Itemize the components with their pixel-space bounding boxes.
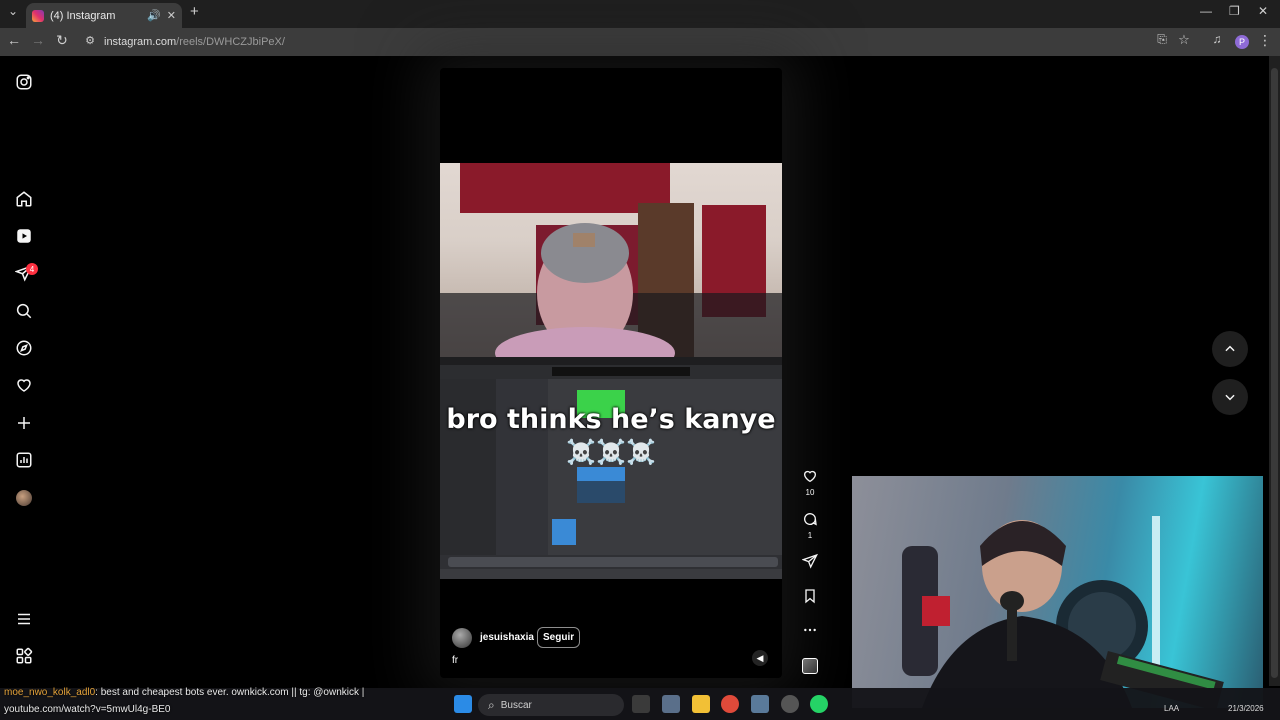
reload-icon[interactable]: ↻ xyxy=(52,32,72,49)
url-host: instagram.com xyxy=(104,36,177,48)
comment-count: 1 xyxy=(807,531,813,540)
comment-icon[interactable] xyxy=(800,509,820,529)
like-count: 10 xyxy=(805,488,815,497)
url-path: /reels/DWHCZJbiPeX/ xyxy=(176,36,285,48)
browser-menu-icon[interactable]: ⋮ xyxy=(1255,32,1275,49)
profile-avatar-sidebar[interactable] xyxy=(16,490,32,506)
search-icon-taskbar: ⌕ xyxy=(488,697,495,712)
reel-webcam-frame xyxy=(440,163,782,357)
media-control-icon[interactable]: ♫ xyxy=(1207,32,1227,46)
forward-icon[interactable]: → xyxy=(28,32,48,48)
ticker-message: : best and cheapest bots ever. ownkick.c… xyxy=(95,687,365,698)
profile-avatar[interactable]: P xyxy=(1235,35,1249,49)
task-view-icon[interactable] xyxy=(632,695,650,713)
share-icon[interactable] xyxy=(800,551,820,571)
tray-date[interactable]: 21/3/2026 xyxy=(1228,704,1264,713)
chevron-down-icon xyxy=(1225,394,1235,401)
tab-search-icon[interactable]: ⌄ xyxy=(8,4,18,18)
site-info-icon[interactable]: ⚙ xyxy=(80,34,100,47)
browser-tabstrip: ⌄ (4) Instagram 🔊 ✕ + — ❐ ✕ xyxy=(0,0,1280,28)
reel-caption: fr xyxy=(452,655,459,666)
windows-start-icon[interactable] xyxy=(454,695,472,713)
chrome-app-icon[interactable] xyxy=(721,695,739,713)
tray-language[interactable]: LAA xyxy=(1164,704,1179,713)
original-audio-thumbnail[interactable] xyxy=(802,658,818,674)
browser-toolbar: ← → ↻ ⚙ instagram.com/reels/DWHCZJbiPeX/… xyxy=(0,28,1280,56)
install-app-icon[interactable]: ⎘ xyxy=(1152,32,1172,47)
stream-url-ticker: youtube.com/watch?v=5mwUl4g-BE0 xyxy=(4,704,171,715)
search-icon[interactable] xyxy=(14,301,34,321)
messages-badge: 4 xyxy=(26,263,38,275)
more-options-icon[interactable] xyxy=(800,620,820,640)
more-menu-icon[interactable] xyxy=(14,609,34,629)
previous-reel-button[interactable] xyxy=(1212,331,1248,367)
chevron-up-icon xyxy=(1225,345,1235,352)
scrollbar-thumb[interactable] xyxy=(1271,68,1278,678)
home-icon[interactable] xyxy=(14,189,34,209)
app-window-icon[interactable] xyxy=(751,695,769,713)
like-heart-icon[interactable] xyxy=(800,466,820,486)
address-bar[interactable]: instagram.com/reels/DWHCZJbiPeX/ xyxy=(104,31,1224,53)
reel-overlay-text: bro thinks he’s kanye xyxy=(446,404,776,435)
instagram-favicon-icon xyxy=(32,9,44,22)
settings-app-icon[interactable] xyxy=(662,695,680,713)
reels-icon[interactable] xyxy=(14,226,34,246)
notifications-heart-icon[interactable] xyxy=(14,375,34,395)
taskbar-search[interactable]: ⌕ Buscar xyxy=(478,694,624,716)
whatsapp-app-icon[interactable] xyxy=(810,695,828,713)
reel-video[interactable]: bro thinks he’s kanye ☠️☠️☠️ jesuishaxia… xyxy=(440,68,782,678)
tab-audio-icon[interactable]: 🔊 xyxy=(147,9,161,22)
streamer-webcam-overlay xyxy=(852,476,1263,708)
save-bookmark-icon[interactable] xyxy=(800,586,820,606)
tab-title: (4) Instagram xyxy=(50,9,116,22)
window-close-icon[interactable]: ✕ xyxy=(1258,4,1268,18)
stream-chat-ticker: moe_nwo_kolk_adl0: best and cheapest bot… xyxy=(4,687,364,698)
next-reel-button[interactable] xyxy=(1212,379,1248,415)
dashboard-chart-icon[interactable] xyxy=(14,450,34,470)
reel-overlay-emoji: ☠️☠️☠️ xyxy=(566,439,656,466)
taskbar-search-placeholder: Buscar xyxy=(500,699,532,711)
explore-compass-icon[interactable] xyxy=(14,338,34,358)
new-tab-icon[interactable]: + xyxy=(190,3,199,20)
file-explorer-icon[interactable] xyxy=(692,695,710,713)
minimize-icon[interactable]: — xyxy=(1200,4,1212,18)
instagram-logo-icon[interactable] xyxy=(14,72,34,92)
mute-toggle-icon[interactable]: ◀ xyxy=(752,650,768,666)
restore-icon[interactable]: ❐ xyxy=(1229,4,1240,18)
author-username[interactable]: jesuishaxia xyxy=(480,632,534,643)
follow-button[interactable]: Seguir xyxy=(537,627,581,648)
back-icon[interactable]: ← xyxy=(4,32,24,48)
author-avatar[interactable] xyxy=(452,628,472,648)
also-from-meta-icon[interactable] xyxy=(14,646,34,666)
create-plus-icon[interactable] xyxy=(14,413,34,433)
tab-close-icon[interactable]: ✕ xyxy=(167,9,176,22)
obs-app-icon[interactable] xyxy=(781,695,799,713)
bookmark-star-icon[interactable]: ☆ xyxy=(1174,32,1194,48)
ticker-username: moe_nwo_kolk_adl0 xyxy=(4,687,96,698)
browser-tab-instagram[interactable]: (4) Instagram 🔊 ✕ xyxy=(26,3,182,28)
reel-daw-screen xyxy=(440,357,782,579)
